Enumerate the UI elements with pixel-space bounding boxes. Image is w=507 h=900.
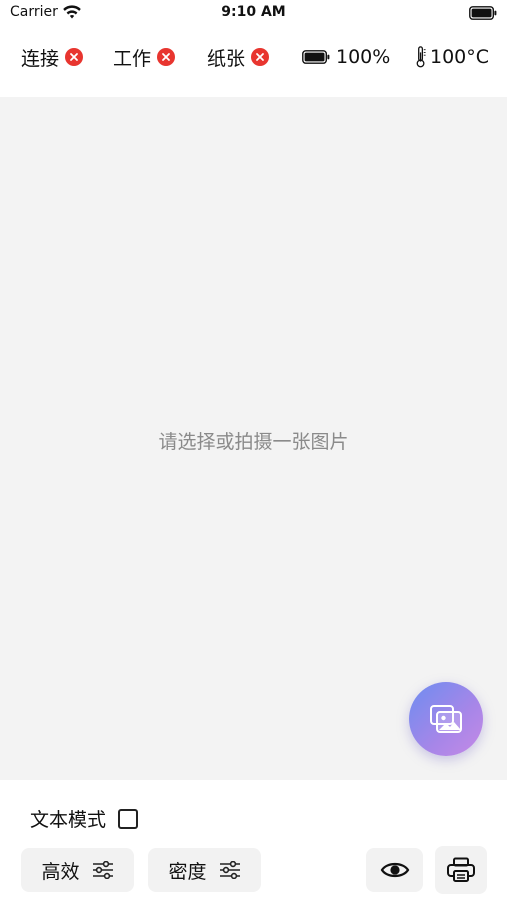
paper-status: 纸张: [207, 44, 270, 70]
text-mode-label: 文本模式: [30, 809, 107, 831]
thermometer-icon: [416, 46, 426, 68]
error-icon: [65, 48, 84, 66]
temperature-value: 100°C: [430, 46, 490, 68]
clock: 9:10 AM: [221, 4, 286, 20]
temperature-status: 100°C: [415, 44, 489, 70]
eye-icon: [380, 862, 409, 878]
work-label: 工作: [113, 47, 152, 70]
print-button[interactable]: [435, 846, 487, 894]
density-label: 密度: [168, 860, 207, 883]
text-mode-checkbox[interactable]: [118, 808, 139, 829]
status-bar: Carrier 9:10 AM: [0, 0, 507, 30]
battery-value: 100%: [336, 46, 391, 68]
battery-icon: [302, 50, 330, 64]
sliders-icon: [92, 861, 113, 879]
error-icon: [157, 48, 176, 66]
printer-icon: [447, 857, 475, 882]
select-image-button[interactable]: [409, 682, 483, 756]
connection-label: 连接: [21, 47, 60, 70]
preview-placeholder: 请选择或拍摄一张图片: [158, 431, 349, 453]
density-button[interactable]: 密度: [148, 848, 261, 892]
image-gallery-icon: [430, 705, 462, 733]
battery-status: 100%: [302, 44, 390, 70]
efficiency-button[interactable]: 高效: [21, 848, 134, 892]
efficiency-label: 高效: [41, 860, 80, 883]
battery-icon: [469, 6, 497, 20]
work-status: 工作: [113, 44, 176, 70]
connection-status: 连接: [21, 44, 84, 70]
device-status-bar: 连接 工作 纸张 100% 100°C: [0, 38, 507, 78]
text-mode-row: 文本模式: [30, 805, 139, 832]
image-preview-area[interactable]: 请选择或拍摄一张图片: [0, 97, 507, 780]
error-icon: [251, 48, 270, 66]
paper-label: 纸张: [207, 47, 246, 70]
preview-button[interactable]: [366, 848, 423, 892]
sliders-icon: [219, 861, 240, 879]
